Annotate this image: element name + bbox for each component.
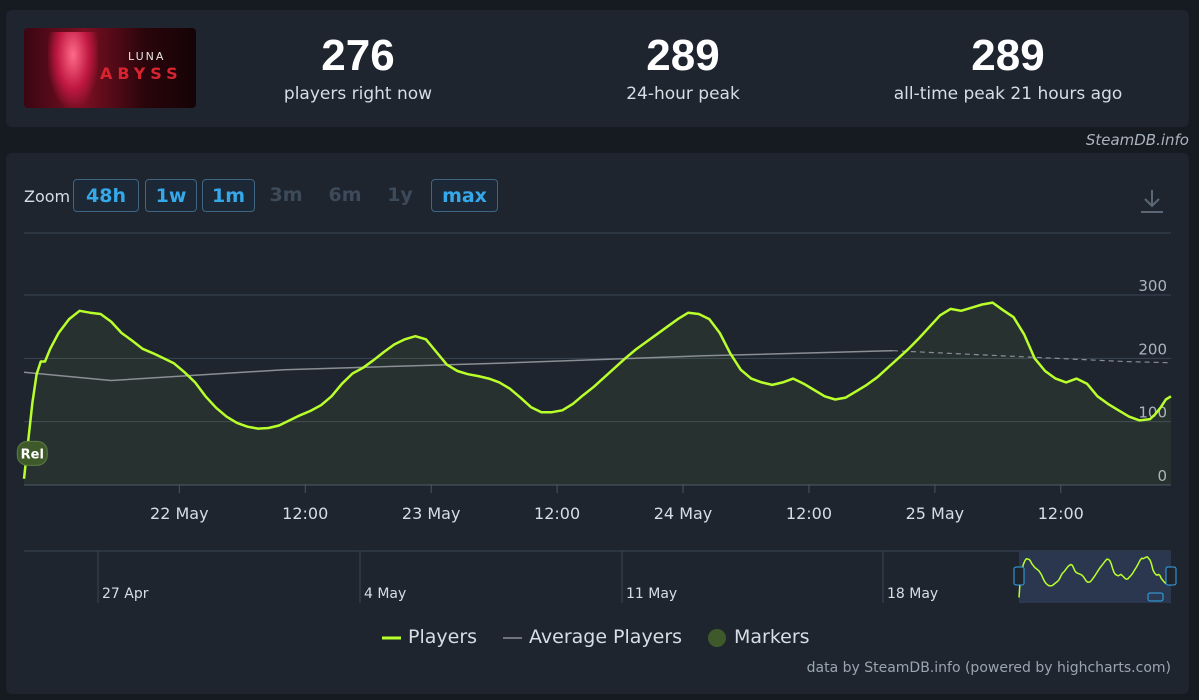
players-area-fill	[24, 302, 1171, 485]
legend-markers-label[interactable]: Markers	[734, 626, 810, 648]
credits-link[interactable]: data by SteamDB.info (powered by highcha…	[807, 660, 1171, 676]
navigator-ticks: 27 Apr 4 May 11 May 18 May	[97, 551, 938, 603]
stat-24h-peak: 289 24-hour peak	[533, 30, 833, 104]
stats-panel: LUNA ABYSS 276 players right now 289 24-…	[6, 10, 1189, 127]
x-tick-label: 12:00	[1038, 504, 1084, 523]
legend-average-label[interactable]: Average Players	[529, 626, 682, 648]
legend-players-label[interactable]: Players	[408, 626, 477, 648]
cover-title-bottom: ABYSS	[100, 64, 183, 83]
x-tick-label: 24 May	[654, 504, 713, 523]
navigator-tick-label: 4 May	[364, 586, 406, 602]
y-tick-label: 200	[1138, 340, 1167, 358]
cover-title-top: LUNA	[128, 50, 166, 63]
markers[interactable]: Rel	[16, 440, 48, 466]
x-tick-label: 12:00	[786, 504, 832, 523]
navigator-scroll-handle[interactable]	[1147, 592, 1164, 602]
stat-label: 24-hour peak	[626, 84, 740, 104]
navigator-handle-left[interactable]	[1013, 566, 1025, 586]
navigator-tick-label: 27 Apr	[102, 586, 149, 602]
stat-label: all-time peak 21 hours ago	[893, 84, 1123, 104]
chart-panel: Zoom 48h 1w 1m 3m 6m 1y max 0100200300 2…	[6, 153, 1189, 694]
stat-players-now: 276 players right now	[208, 30, 508, 104]
player-count-chart[interactable]: 0100200300 22 May12:0023 May12:0024 May1…	[6, 153, 1189, 694]
y-tick-label: 300	[1138, 277, 1167, 295]
stat-value: 289	[971, 31, 1045, 80]
stat-all-time-peak: 289 all-time peak 21 hours ago	[858, 30, 1158, 104]
cover-figure	[48, 32, 98, 108]
game-cover-image[interactable]: LUNA ABYSS	[24, 28, 196, 108]
stat-label: players right now	[283, 84, 433, 104]
navigator-handle-right[interactable]	[1165, 566, 1177, 586]
marker-label: Rel	[21, 447, 44, 462]
navigator-tick-label: 11 May	[626, 586, 677, 602]
x-tick-label: 25 May	[906, 504, 965, 523]
x-tick-label: 23 May	[402, 504, 461, 523]
navigator[interactable]: 27 Apr 4 May 11 May 18 May	[24, 550, 1177, 603]
x-tick-label: 22 May	[150, 504, 209, 523]
navigator-tick-label: 18 May	[887, 586, 938, 602]
stat-value: 276	[321, 31, 395, 80]
x-tick-label: 12:00	[282, 504, 328, 523]
legend-markers-swatch	[708, 629, 726, 647]
brand-watermark[interactable]: SteamDB.info	[1086, 131, 1189, 149]
stat-value: 289	[646, 31, 720, 80]
x-tick-labels: 22 May 12:00 23 May 12:00 24 May 12:00 25 May 1…	[150, 485, 1084, 523]
x-tick-label: 12:00	[534, 504, 580, 523]
